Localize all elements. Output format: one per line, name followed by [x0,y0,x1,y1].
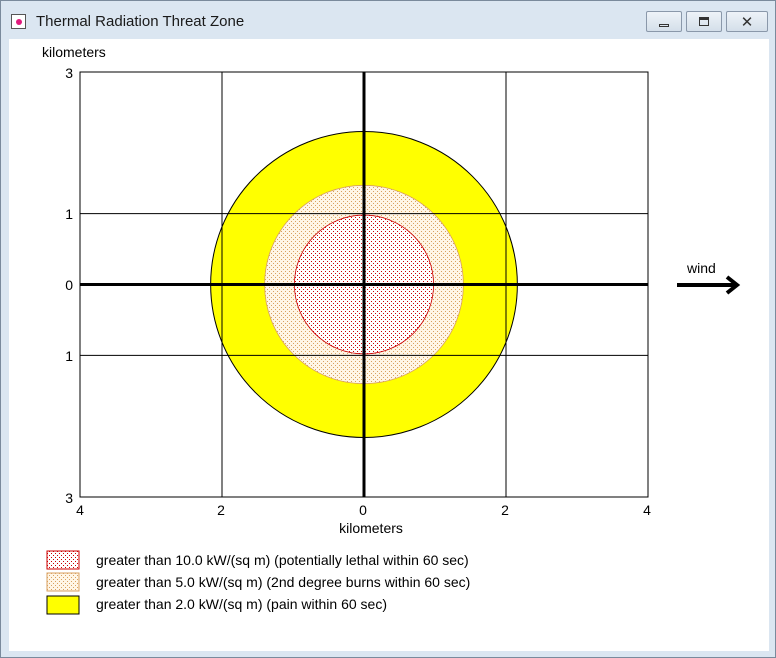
wind-arrow-icon [677,275,741,295]
legend-label-pain: greater than 2.0 kW/(sq m) (pain within … [96,596,387,612]
minimize-icon [659,23,669,27]
app-window: Thermal Radiation Threat Zone ✕ kilomete… [0,0,776,658]
maximize-button[interactable] [686,11,722,32]
client-area: kilometers kilometers 3 1 0 1 3 4 2 0 2 … [9,39,769,651]
window-title: Thermal Radiation Threat Zone [36,13,245,30]
y-tick-label: 1 [65,206,73,222]
y-tick-label: 3 [65,490,73,506]
y-tick-label: 1 [65,348,73,364]
minimize-button[interactable] [646,11,682,32]
x-tick-label: 4 [76,502,84,518]
close-icon: ✕ [740,13,754,31]
legend-swatch-burns [46,572,80,592]
y-tick-label: 0 [65,277,73,293]
x-tick-label: 2 [217,502,225,518]
x-tick-label: 2 [501,502,509,518]
y-tick-label: 3 [65,65,73,81]
wind-label: wind [686,260,716,276]
y-axis-label: kilometers [42,44,106,60]
threat-zone-plot: kilometers kilometers 3 1 0 1 3 4 2 0 2 … [42,44,741,615]
legend-swatch-lethal [46,550,80,570]
maximize-icon [699,17,709,26]
title-bar[interactable]: Thermal Radiation Threat Zone ✕ [1,1,775,35]
app-icon [11,14,26,29]
x-tick-label: 0 [359,502,367,518]
legend-label-burns: greater than 5.0 kW/(sq m) (2nd degree b… [96,574,470,590]
x-axis-label: kilometers [339,520,403,536]
legend-label-lethal: greater than 10.0 kW/(sq m) (potentially… [96,552,469,568]
close-button[interactable]: ✕ [726,11,768,32]
x-tick-label: 4 [643,502,651,518]
legend-swatch-pain [46,595,80,615]
